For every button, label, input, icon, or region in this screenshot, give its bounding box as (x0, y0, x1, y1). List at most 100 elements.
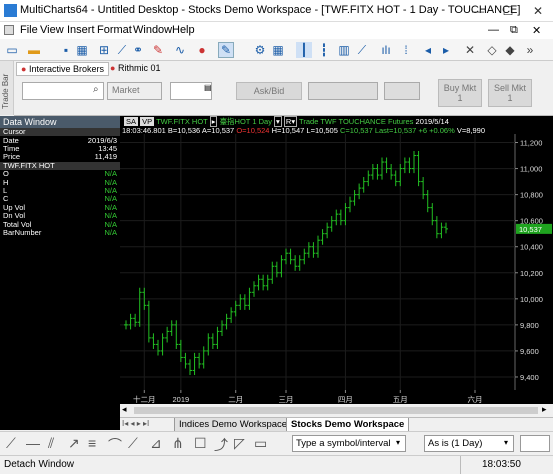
x-tick-label: 二月 (228, 395, 243, 404)
symbol-section: TWF.FITX HOT (0, 161, 120, 171)
scroll-left-icon[interactable]: ◂ (420, 42, 436, 58)
mdi-minimize-icon[interactable]: — (488, 24, 499, 36)
resolution-select[interactable]: As is (1 Day) (424, 435, 514, 452)
trade-bar-label: Trade Bar (1, 73, 10, 109)
symbol-interval-input[interactable]: Type a symbol/interval (292, 435, 406, 452)
open-folder-icon[interactable]: ▬ (26, 42, 42, 58)
bar-chart-icon[interactable]: ┃ (296, 42, 312, 58)
x-tick-label: 2019 (173, 395, 190, 404)
menu-bar: File View Insert Format Window Help — ⧉ … (0, 22, 553, 39)
scroll-left-arrow-icon[interactable]: ◂ (122, 404, 127, 415)
link-icon[interactable]: ⚭ (130, 42, 146, 58)
shape-icon[interactable]: ☐ (194, 435, 207, 452)
y-tick-label: 9,800 (520, 321, 539, 330)
minimize-icon[interactable]: — (463, 2, 493, 20)
menu-help[interactable]: Help (172, 24, 195, 36)
x-tick-label: 四月 (338, 395, 353, 404)
cycle-icon[interactable]: ⟋ (128, 435, 138, 452)
x-tick-label: 十二月 (133, 394, 156, 404)
y-tick-label: 11,200 (520, 139, 542, 148)
menu-window[interactable]: Window (133, 24, 172, 36)
maximize-icon[interactable]: ☐ (493, 2, 523, 20)
tab-interactive-brokers[interactable]: ● Interactive Brokers (16, 62, 109, 76)
tab-rithmic[interactable]: ● Rithmic 01 (106, 62, 164, 76)
field-name: O (3, 169, 9, 179)
magnet-icon[interactable]: ▭ (254, 435, 267, 452)
search-icon[interactable]: ⌕ (93, 84, 99, 95)
insert-study-icon[interactable]: ⟋ (114, 42, 130, 58)
channel-icon[interactable]: ⫽ (48, 435, 54, 452)
symbol-input[interactable] (22, 82, 104, 100)
horizontal-line-icon[interactable]: — (26, 435, 40, 451)
pnf-icon[interactable]: ⁞ (398, 42, 414, 58)
scroll-right-icon[interactable]: ▸ (438, 42, 454, 58)
chart-area[interactable]: SA VP TWF.FITX HOT ▸ 臺指HOT 1 Day ▾ R▾ Tr… (120, 116, 553, 404)
mdi-close-icon[interactable]: ✕ (532, 24, 541, 37)
settings-gear-icon[interactable]: ⚙ (252, 42, 268, 58)
pitchfork-icon[interactable]: ⋔ (172, 435, 184, 452)
buy-qty: 1 (457, 93, 463, 103)
fib-icon[interactable]: ≡ (88, 435, 96, 451)
menu-format[interactable]: Format (97, 24, 132, 36)
trade-bar-handle[interactable]: Trade Bar (0, 61, 14, 115)
sell-qty: 1 (507, 93, 513, 103)
account-select[interactable] (308, 82, 378, 100)
print-icon[interactable]: ▦ (74, 42, 90, 58)
ohlc-icon[interactable]: ┇ (316, 42, 332, 58)
data-row: H N/A (0, 178, 120, 187)
zoom-out-icon[interactable]: ◆ (502, 42, 518, 58)
tab-indices-workspace[interactable]: Indices Demo Workspace (174, 418, 293, 432)
gann-icon[interactable]: ⊿ (150, 435, 162, 452)
mdi-restore-icon[interactable]: ⧉ (510, 24, 518, 37)
broker-tabs: ● Interactive Brokers ● Rithmic 01 (14, 61, 553, 76)
tab-label: Stocks Demo Workspace (291, 419, 405, 430)
buy-market-button[interactable]: Buy Mkt 1 (438, 79, 482, 107)
ray-icon[interactable]: ↗ (68, 435, 80, 452)
scroll-thumb[interactable] (134, 407, 538, 414)
strategy-icon[interactable]: ● (194, 42, 210, 58)
chevron-down-icon[interactable]: ▾ (504, 438, 508, 447)
window-title: MultiCharts64 - Untitled Desktop - Stock… (20, 4, 521, 16)
text-tool-icon[interactable]: ◸ (234, 435, 245, 452)
menu-file[interactable]: File (20, 24, 38, 36)
chart-scrollbar[interactable]: ◂ ▸ (120, 404, 553, 417)
candlestick-icon[interactable]: ▥ (336, 42, 352, 58)
stepper-icon[interactable]: ▤ (204, 83, 212, 92)
trendline-icon[interactable]: ⟋ (6, 435, 16, 452)
cursor-icon[interactable]: ⤴ (214, 435, 228, 455)
order-type-select[interactable]: Market (107, 82, 162, 100)
color-picker[interactable] (520, 435, 550, 452)
field-value: N/A (104, 211, 117, 221)
arc-icon[interactable]: ⌒ (108, 435, 122, 455)
field-value: N/A (104, 227, 117, 237)
doc-icon[interactable] (4, 25, 14, 35)
signals-icon[interactable]: ✎ (150, 42, 166, 58)
expand-icon[interactable]: » (522, 42, 538, 58)
field-value: N/A (104, 169, 117, 179)
workspace-tabs: I◂ ◂ ▸ ▸I Indices Demo Workspace Stocks … (120, 417, 553, 432)
tab-stocks-workspace[interactable]: Stocks Demo Workspace (286, 418, 410, 432)
tab-nav-icons[interactable]: I◂ ◂ ▸ ▸I (122, 419, 149, 428)
grid-icon[interactable]: ▦ (270, 42, 286, 58)
chevron-down-icon[interactable]: ▾ (396, 438, 400, 447)
crosshair-icon[interactable]: ✕ (462, 42, 478, 58)
zoom-in-icon[interactable]: ◇ (484, 42, 500, 58)
status-text: Detach Window (4, 459, 75, 470)
sell-market-button[interactable]: Sell Mkt 1 (488, 79, 532, 107)
line-chart-icon[interactable]: ⟋ (354, 42, 370, 58)
price-chart[interactable]: 9,4009,6009,80010,00010,20010,40010,6001… (120, 116, 553, 404)
ask-bid-button[interactable]: Ask/Bid (236, 82, 302, 100)
resolution-value: As is (1 Day) (428, 438, 483, 449)
save-icon[interactable]: ▪ (58, 42, 74, 58)
new-file-icon[interactable]: ▭ (4, 42, 20, 58)
close-icon[interactable]: ✕ (523, 2, 553, 20)
tif-select[interactable] (384, 82, 420, 100)
draw-mode-icon[interactable]: ✎ (218, 42, 234, 58)
symbol-placeholder: Type a symbol/interval (296, 438, 391, 449)
formats-icon[interactable]: ∿ (172, 42, 188, 58)
volume-icon[interactable]: ılı (378, 42, 394, 58)
scroll-right-arrow-icon[interactable]: ▸ (542, 404, 547, 415)
menu-view[interactable]: View (40, 24, 64, 36)
menu-insert[interactable]: Insert (67, 24, 95, 36)
insert-chart-icon[interactable]: ⊞ (96, 42, 112, 58)
